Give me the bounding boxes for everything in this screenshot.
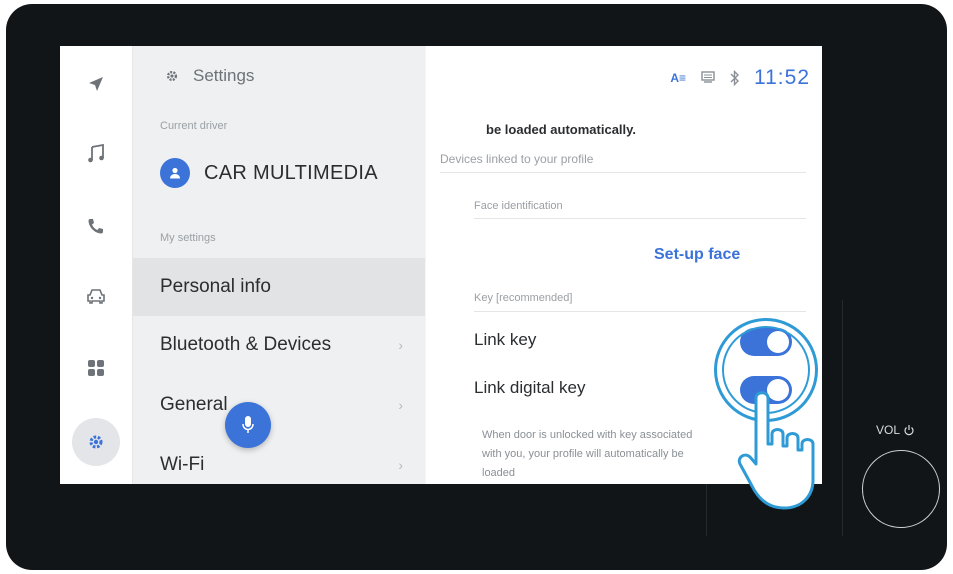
phone-icon[interactable]	[76, 206, 116, 246]
microphone-icon	[242, 416, 254, 433]
face-identification-label: Face identification	[474, 200, 563, 212]
clock: 11:52	[754, 66, 810, 89]
bezel-seam	[842, 300, 843, 536]
volume-label: VOL	[876, 423, 915, 437]
apps-icon[interactable]	[76, 348, 116, 388]
menu-item-label: General	[160, 394, 228, 415]
car-icon[interactable]	[76, 276, 116, 316]
menu-item-wifi[interactable]: Wi-Fi ›	[133, 436, 425, 484]
navigation-icon[interactable]	[76, 64, 116, 104]
current-driver-label: Current driver	[160, 120, 228, 132]
setup-face-button[interactable]: Set-up face	[654, 246, 740, 264]
my-settings-label: My settings	[160, 232, 216, 244]
driver-name: CAR MULTIMEDIA	[204, 161, 378, 184]
divider	[474, 311, 806, 312]
volume-knob[interactable]	[862, 450, 940, 528]
current-driver[interactable]: CAR MULTIMEDIA	[160, 158, 378, 188]
text-size-icon: A≡	[670, 71, 686, 85]
settings-panel: Settings Current driver CAR MULTIMEDIA M…	[133, 46, 425, 484]
divider	[440, 172, 806, 173]
settings-title-text: Settings	[193, 66, 255, 85]
bluetooth-icon	[730, 70, 739, 86]
gear-icon	[166, 70, 178, 82]
key-label: Key [recommended]	[474, 292, 573, 304]
chevron-right-icon: ›	[398, 337, 403, 353]
menu-item-bluetooth[interactable]: Bluetooth & Devices ›	[133, 316, 425, 374]
description-line: loaded	[482, 467, 516, 479]
menu-item-label: Bluetooth & Devices	[160, 334, 332, 355]
music-icon[interactable]	[76, 134, 116, 174]
divider	[474, 218, 806, 219]
settings-title: Settings	[165, 66, 254, 86]
pointing-hand-icon	[737, 391, 815, 510]
link-key-description: When door is unlocked with key associate…	[482, 426, 692, 483]
volume-label-text: VOL	[876, 423, 901, 437]
bezel-seam-lower	[706, 484, 707, 536]
avatar	[160, 158, 190, 188]
status-bar: A≡ 11:52	[670, 66, 810, 90]
chevron-right-icon: ›	[398, 457, 403, 473]
link-digital-key-label: Link digital key	[474, 378, 586, 397]
menu-item-personal-info[interactable]: Personal info	[133, 258, 425, 316]
signal-icon	[701, 71, 715, 83]
menu-item-label: Personal info	[160, 276, 271, 297]
menu-item-general[interactable]: General ›	[133, 376, 425, 434]
link-key-label: Link key	[474, 330, 537, 349]
infotainment-screen: Settings Current driver CAR MULTIMEDIA M…	[60, 46, 822, 484]
settings-icon[interactable]	[72, 418, 120, 466]
voice-assistant-button[interactable]	[225, 402, 271, 448]
auto-load-text: be loaded automatically.	[486, 122, 637, 137]
description-line: When door is unlocked with key associate…	[482, 429, 693, 441]
chevron-right-icon: ›	[398, 397, 403, 413]
description-line: with you, your profile will automaticall…	[482, 448, 684, 460]
power-icon	[904, 425, 914, 436]
nav-rail	[60, 46, 133, 484]
menu-item-label: Wi-Fi	[160, 454, 205, 475]
devices-label: Devices linked to your profile	[440, 152, 594, 166]
